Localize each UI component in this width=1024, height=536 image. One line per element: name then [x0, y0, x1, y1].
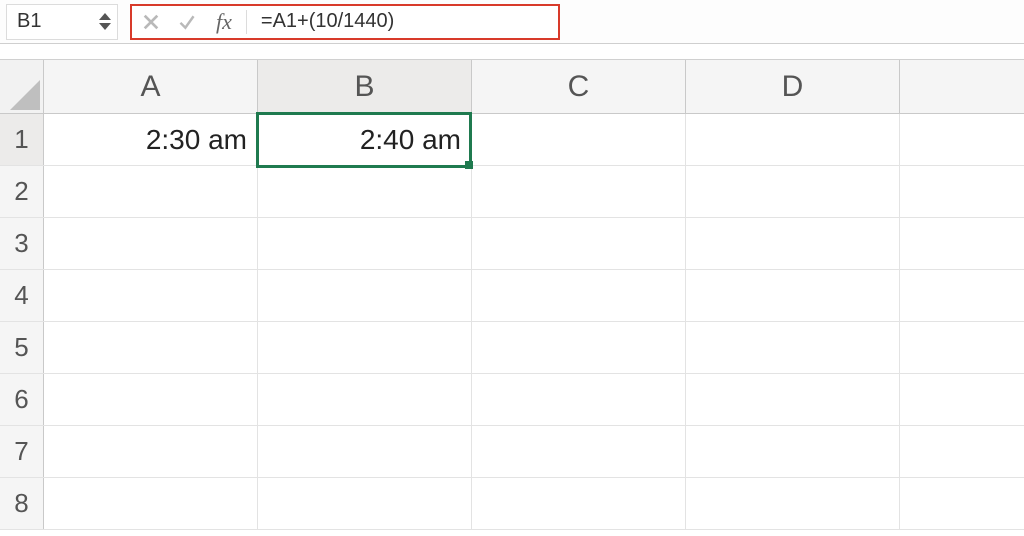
cell-B2[interactable]	[258, 166, 472, 217]
cell-E4[interactable]	[900, 270, 1024, 321]
fx-label[interactable]: fx	[216, 9, 232, 35]
cell-C2[interactable]	[472, 166, 686, 217]
cell-B3[interactable]	[258, 218, 472, 269]
cell-D7[interactable]	[686, 426, 900, 477]
cell-C1[interactable]	[472, 114, 686, 165]
divider	[246, 10, 247, 34]
cell-D1[interactable]	[686, 114, 900, 165]
x-icon	[142, 13, 160, 31]
cell-E7[interactable]	[900, 426, 1024, 477]
row: 6	[0, 374, 1024, 426]
formula-bar-group: fx =A1+(10/1440)	[130, 4, 560, 40]
cell-C3[interactable]	[472, 218, 686, 269]
cell-E8[interactable]	[900, 478, 1024, 529]
row-header-6[interactable]: 6	[0, 374, 44, 425]
cell-C5[interactable]	[472, 322, 686, 373]
cell-C6[interactable]	[472, 374, 686, 425]
cancel-formula-button[interactable]	[140, 11, 162, 33]
cell-A6[interactable]	[44, 374, 258, 425]
cell-C8[interactable]	[472, 478, 686, 529]
ruler-strip	[0, 44, 1024, 60]
row-header-2[interactable]: 2	[0, 166, 44, 217]
row: 1 2:30 am 2:40 am	[0, 114, 1024, 166]
row-header-1[interactable]: 1	[0, 114, 44, 165]
cell-A3[interactable]	[44, 218, 258, 269]
cell-E5[interactable]	[900, 322, 1024, 373]
row: 8	[0, 478, 1024, 530]
row-header-8[interactable]: 8	[0, 478, 44, 529]
column-header-D[interactable]: D	[686, 60, 900, 113]
row: 3	[0, 218, 1024, 270]
cell-D2[interactable]	[686, 166, 900, 217]
name-box-value: B1	[17, 10, 95, 33]
rows: 1 2:30 am 2:40 am 2 3 4	[0, 114, 1024, 530]
cell-C7[interactable]	[472, 426, 686, 477]
cell-A1[interactable]: 2:30 am	[44, 114, 258, 165]
select-all-corner[interactable]	[0, 60, 44, 113]
row-header-4[interactable]: 4	[0, 270, 44, 321]
cell-D8[interactable]	[686, 478, 900, 529]
enter-formula-button[interactable]	[176, 11, 198, 33]
cell-E6[interactable]	[900, 374, 1024, 425]
cell-E3[interactable]	[900, 218, 1024, 269]
formula-bar: B1 fx =A1+(10/1440)	[0, 0, 1024, 44]
row-header-7[interactable]: 7	[0, 426, 44, 477]
cell-B5[interactable]	[258, 322, 472, 373]
cell-B1[interactable]: 2:40 am	[258, 114, 472, 165]
name-box-stepper[interactable]	[99, 13, 111, 30]
cell-C4[interactable]	[472, 270, 686, 321]
cell-B8[interactable]	[258, 478, 472, 529]
cell-A5[interactable]	[44, 322, 258, 373]
formula-input[interactable]: =A1+(10/1440)	[261, 10, 548, 33]
cell-D5[interactable]	[686, 322, 900, 373]
cell-A8[interactable]	[44, 478, 258, 529]
column-header-E[interactable]	[900, 60, 1024, 113]
cell-A7[interactable]	[44, 426, 258, 477]
row-header-3[interactable]: 3	[0, 218, 44, 269]
name-box[interactable]: B1	[6, 4, 118, 40]
column-header-row: A B C D	[0, 60, 1024, 114]
cell-E2[interactable]	[900, 166, 1024, 217]
cell-D3[interactable]	[686, 218, 900, 269]
cell-B4[interactable]	[258, 270, 472, 321]
cell-A2[interactable]	[44, 166, 258, 217]
column-header-C[interactable]: C	[472, 60, 686, 113]
cell-A4[interactable]	[44, 270, 258, 321]
check-icon	[178, 13, 196, 31]
spreadsheet-grid[interactable]: A B C D 1 2:30 am 2:40 am 2 3	[0, 60, 1024, 530]
row: 7	[0, 426, 1024, 478]
row: 5	[0, 322, 1024, 374]
column-header-B[interactable]: B	[258, 60, 472, 113]
row-header-5[interactable]: 5	[0, 322, 44, 373]
row: 4	[0, 270, 1024, 322]
cell-E1[interactable]	[900, 114, 1024, 165]
cell-B7[interactable]	[258, 426, 472, 477]
row: 2	[0, 166, 1024, 218]
column-header-A[interactable]: A	[44, 60, 258, 113]
cell-D4[interactable]	[686, 270, 900, 321]
triangle-down-icon	[99, 23, 111, 30]
triangle-up-icon	[99, 13, 111, 20]
cell-B6[interactable]	[258, 374, 472, 425]
cell-D6[interactable]	[686, 374, 900, 425]
